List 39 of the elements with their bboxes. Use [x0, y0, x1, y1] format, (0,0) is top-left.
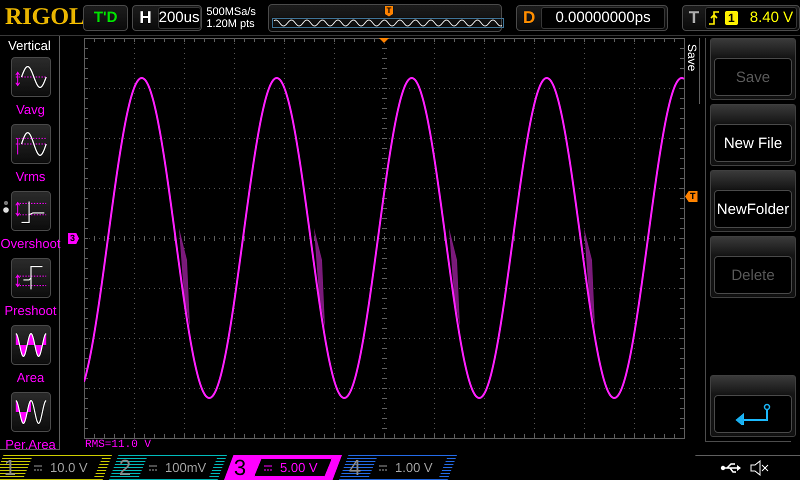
memory-depth: 1.20M pts: [206, 18, 256, 30]
trigger-panel[interactable]: T 1 8.40 V: [682, 4, 800, 30]
delay-value: 0.00000000ps: [541, 6, 665, 28]
menu-title: Save: [685, 38, 700, 104]
trigger-label: T: [688, 8, 700, 28]
measurement-readout: RMS=11.0 V: [85, 439, 152, 451]
horizontal-label: H: [138, 8, 153, 28]
measure-button[interactable]: Vavg: [0, 57, 62, 123]
delay-panel[interactable]: D 0.00000000ps: [516, 4, 668, 30]
dc-coupling-icon: [149, 464, 157, 470]
return-arrow-icon: [733, 403, 773, 425]
trigger-position-icon: [379, 38, 389, 43]
dc-coupling-icon: [34, 464, 42, 470]
delay-label: D: [522, 8, 536, 28]
channel-tab[interactable]: 3 5.00 V: [224, 455, 342, 480]
channel-marker: 3: [68, 233, 80, 244]
measure-button[interactable]: Area: [0, 325, 62, 391]
measure-button[interactable]: Preshoot: [0, 258, 62, 324]
softkey-button[interactable]: New File: [710, 104, 796, 166]
usb-icon: [720, 462, 742, 474]
trigger-level: 8.40 V: [750, 9, 794, 26]
dc-coupling-icon: [264, 464, 272, 470]
measure-button[interactable]: Overshoot: [0, 191, 62, 257]
page-indicator-icon: [3, 200, 9, 214]
softkey-button[interactable]: NewFolder: [710, 170, 796, 232]
run-status-indicator[interactable]: T'D: [83, 4, 128, 30]
menu-title: Vertical: [8, 37, 51, 55]
timebase-panel[interactable]: H 200us: [132, 4, 202, 30]
rising-edge-icon: [709, 10, 720, 24]
trigger-position-marker: T: [384, 6, 394, 16]
trigger-level-marker: T: [685, 191, 698, 202]
back-button[interactable]: [710, 375, 796, 437]
trigger-source: 1: [725, 10, 738, 24]
speaker-muted-icon: [750, 460, 770, 476]
measure-button[interactable]: Per.Area: [0, 392, 62, 458]
timebase-value: 200us: [158, 6, 200, 28]
sample-rate: 500MSa/s: [206, 6, 257, 18]
dc-coupling-icon: [379, 464, 387, 470]
measure-button[interactable]: Vrms: [0, 124, 62, 190]
